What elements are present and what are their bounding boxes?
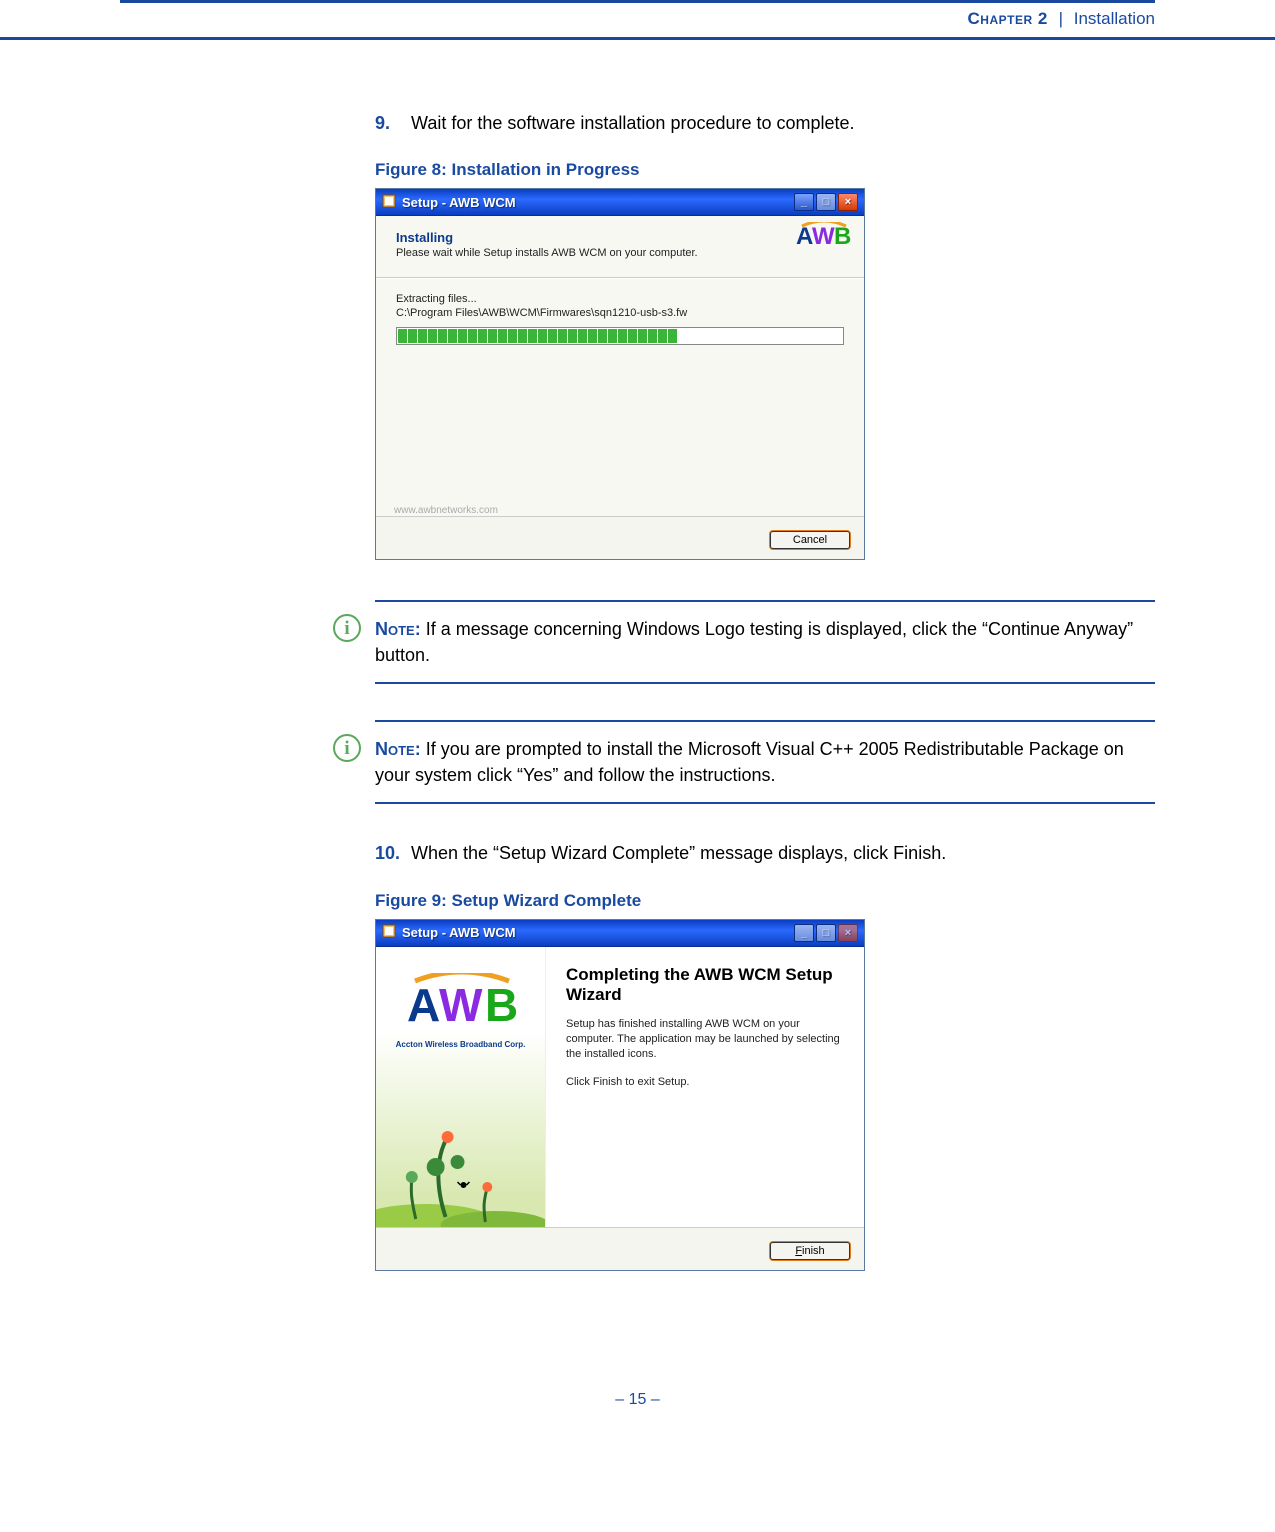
note-1: i Note: If a message concerning Windows … (375, 600, 1155, 684)
titlebar: Setup - AWB WCM _ □ × (376, 189, 864, 216)
section-label: Installation (1074, 9, 1155, 28)
note-2: i Note: If you are prompted to install t… (375, 720, 1155, 804)
svg-text:W: W (439, 979, 483, 1031)
maximize-button: □ (816, 924, 836, 942)
step-text: When the “Setup Wizard Complete” message… (411, 840, 946, 866)
note-prefix: Note: (375, 619, 421, 639)
extracting-label: Extracting files... (396, 293, 844, 305)
cancel-button[interactable]: Cancel (770, 531, 850, 549)
maximize-button: □ (816, 193, 836, 211)
close-button[interactable]: × (838, 193, 858, 211)
svg-text:W: W (812, 223, 835, 250)
step-number: 10. (375, 840, 411, 866)
progress-bar (396, 327, 844, 345)
note-prefix: Note: (375, 739, 421, 759)
svg-text:B: B (485, 979, 518, 1031)
corp-name: Accton Wireless Broadband Corp. (376, 1040, 545, 1049)
page-number: – 15 – (0, 1311, 1275, 1439)
figure9-dialog: Setup - AWB WCM _ □ × A W (375, 919, 865, 1271)
svg-text:A: A (407, 979, 440, 1031)
window-icon (382, 924, 396, 941)
step-9: 9. Wait for the software installation pr… (375, 110, 1155, 136)
wizard-heading: Completing the AWB WCM Setup Wizard (566, 965, 840, 1005)
info-icon: i (333, 734, 361, 762)
wizard-para-2: Click Finish to exit Setup. (566, 1075, 840, 1090)
window-title: Setup - AWB WCM (402, 925, 516, 940)
installing-subtext: Please wait while Setup installs AWB WCM… (396, 247, 844, 259)
awb-logo-small: A W B (796, 222, 852, 255)
header-separator: | (1059, 9, 1063, 28)
chapter-label: Chapter 2 (968, 9, 1048, 28)
info-icon: i (333, 614, 361, 642)
step-10: 10. When the “Setup Wizard Complete” mes… (375, 840, 1155, 866)
step-text: Wait for the software installation proce… (411, 110, 855, 136)
close-button[interactable]: × (838, 924, 858, 942)
note-text: If you are prompted to install the Micro… (375, 739, 1124, 785)
extracting-path: C:\Program Files\AWB\WCM\Firmwares\sqn12… (396, 307, 844, 319)
installing-heading: Installing (396, 230, 844, 245)
minimize-button[interactable]: _ (794, 193, 814, 211)
chapter-header: Chapter 2 | Installation (0, 3, 1275, 40)
finish-button[interactable]: Finish (770, 1242, 850, 1260)
wizard-para-1: Setup has finished installing AWB WCM on… (566, 1017, 840, 1063)
wizard-side-graphic: A W B Accton Wireless Broadband Corp. (376, 947, 546, 1227)
step-number: 9. (375, 110, 411, 136)
window-title: Setup - AWB WCM (402, 195, 516, 210)
figure9-caption: Figure 9: Setup Wizard Complete (375, 891, 1155, 911)
website-label: www.awbnetworks.com (390, 505, 502, 516)
figure8-dialog: Setup - AWB WCM _ □ × A W B (375, 188, 865, 560)
figure8-caption: Figure 8: Installation in Progress (375, 160, 1155, 180)
minimize-button: _ (794, 924, 814, 942)
note-text: If a message concerning Windows Logo tes… (375, 619, 1133, 665)
svg-text:B: B (834, 223, 851, 250)
svg-text:A: A (796, 223, 813, 250)
titlebar: Setup - AWB WCM _ □ × (376, 920, 864, 947)
decorative-plants-icon (376, 1127, 545, 1227)
window-icon (382, 194, 396, 211)
